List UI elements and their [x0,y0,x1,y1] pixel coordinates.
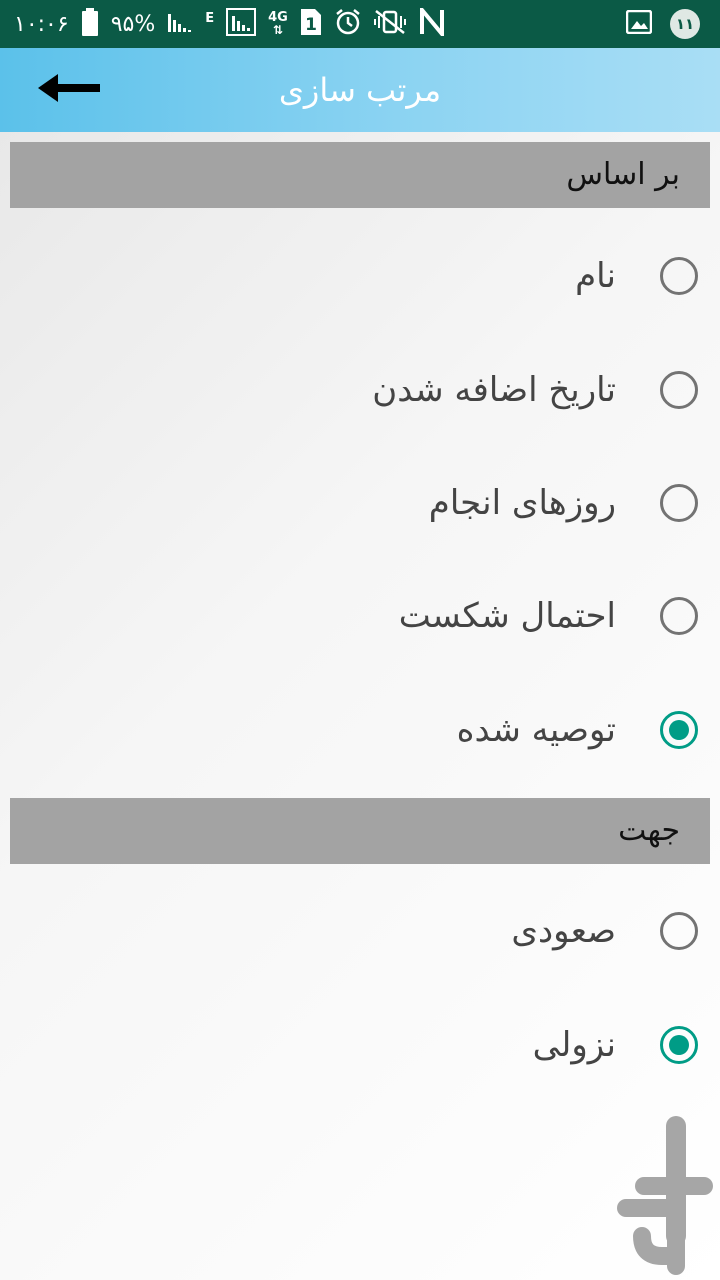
radio-option-name[interactable]: نام [10,226,710,326]
battery-icon [81,8,99,40]
watermark-logo [612,1116,716,1276]
radio-checked-icon[interactable] [660,1026,698,1064]
radio-unchecked-icon[interactable] [660,371,698,409]
alarm-icon [334,8,362,40]
arrow-left-icon [36,70,102,110]
back-button[interactable] [36,68,108,112]
signal-icon [167,10,193,38]
section-title-sort-by: بر اساس [566,157,680,192]
4g-icon: 4G ⇅ [268,11,288,37]
option-label: نام [575,256,616,296]
app-bar: مرتب سازی [0,48,720,132]
clock: ۱۰:۰۶ [14,11,69,37]
status-right-group: ۱۱ [625,8,700,40]
section-header-sort-by: بر اساس [10,142,710,208]
page-title: مرتب سازی [278,71,442,109]
option-label: توصیه شده [456,710,616,750]
edge-network-icon: E [205,10,215,26]
signal-box-icon [226,8,257,40]
option-label: صعودی [511,911,616,951]
sim-number: 1 [305,15,317,35]
radio-unchecked-icon[interactable] [660,484,698,522]
radio-option-recommended[interactable]: توصیه شده [10,680,710,780]
notification-count-badge: ۱۱ [670,9,700,39]
vibrate-mute-icon [373,9,406,39]
gallery-notification-icon [625,9,653,38]
radio-option-descending[interactable]: نزولی [10,995,710,1095]
data-arrows-icon: ⇅ [272,23,284,37]
option-label: نزولی [532,1025,616,1065]
radio-option-ascending[interactable]: صعودی [10,881,710,981]
radio-option-failure-probability[interactable]: احتمال شکست [10,566,710,666]
radio-checked-icon[interactable] [660,711,698,749]
status-left-group: ۱۰:۰۶ ۹۵% E 4G ⇅ 1 [14,4,446,40]
section-title-direction: جهت [618,813,680,848]
radio-unchecked-icon[interactable] [660,912,698,950]
option-label: تاریخ اضافه شدن [372,370,616,410]
option-label: روزهای انجام [428,483,616,523]
status-bar: ۱۰:۰۶ ۹۵% E 4G ⇅ 1 ۱۱ [0,0,720,48]
radio-option-date-added[interactable]: تاریخ اضافه شدن [10,340,710,440]
radio-unchecked-icon[interactable] [660,597,698,635]
battery-percent: ۹۵% [110,11,156,37]
option-label: احتمال شکست [398,596,616,636]
radio-unchecked-icon[interactable] [660,257,698,295]
sim-icon: 1 [300,8,322,40]
nfc-icon [418,4,446,40]
section-header-direction: جهت [10,798,710,864]
radio-option-days-done[interactable]: روزهای انجام [10,453,710,553]
